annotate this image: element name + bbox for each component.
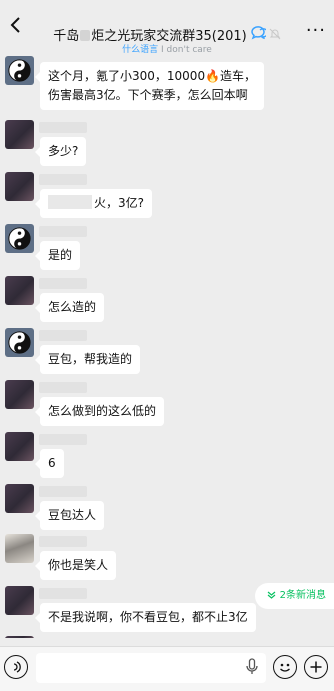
input-toolbar: [0, 646, 334, 691]
redacted-text: [48, 195, 92, 209]
message-bubble[interactable]: 多少?: [34, 137, 87, 166]
avatar[interactable]: [5, 432, 34, 461]
emoji-icon[interactable]: [273, 655, 297, 679]
message-bubble[interactable]: 6: [35, 449, 64, 478]
sender-name-redacted: [39, 330, 87, 341]
avatar[interactable]: [5, 534, 34, 563]
chat-bubble-icon: [250, 25, 269, 44]
sender-name-redacted: [39, 174, 87, 185]
plus-icon[interactable]: [304, 655, 328, 679]
avatar[interactable]: [5, 328, 34, 357]
sender-name-redacted: [39, 536, 87, 547]
sender-name-redacted: [39, 434, 87, 445]
new-messages-pill[interactable]: 2条新消息: [255, 583, 334, 609]
avatar[interactable]: [5, 380, 34, 409]
avatar[interactable]: [5, 56, 34, 85]
sender-name-redacted: [39, 486, 87, 497]
chevron-left-icon[interactable]: [6, 16, 24, 36]
message-bubble[interactable]: 这个月，氪了小300，10000🔥造车， 伤害最高3亿。下个赛季，怎么回本啊: [34, 62, 265, 110]
yin-yang-icon: [8, 59, 31, 82]
avatar[interactable]: [5, 224, 34, 253]
sender-name-redacted: [39, 382, 87, 393]
message-bubble[interactable]: 怎么做到的这么低的: [34, 397, 165, 426]
chat-title[interactable]: 千岛 炬之光玩家交流群35(201): [40, 24, 294, 44]
message-input[interactable]: [36, 653, 266, 683]
chat-header: 千岛 炬之光玩家交流群35(201) ··· 什么语言 I don't care: [0, 0, 334, 56]
message-bubble[interactable]: 豆包达人: [34, 501, 105, 530]
message-bubble[interactable]: 豆包，帮我造的: [34, 345, 141, 374]
message-bubble[interactable]: 是的: [34, 241, 81, 270]
more-options-button[interactable]: ···: [306, 20, 326, 41]
avatar[interactable]: [5, 276, 34, 305]
avatar[interactable]: [5, 120, 34, 149]
sender-name-redacted: [39, 588, 87, 599]
avatar[interactable]: [5, 484, 34, 513]
message-bubble[interactable]: 火，3亿?: [34, 189, 153, 218]
message-bubble[interactable]: 不是我说啊，你不看豆包，都不止3亿: [35, 603, 256, 632]
message-bubble[interactable]: 你也是笑人: [34, 551, 117, 580]
mic-icon[interactable]: [246, 658, 258, 680]
chevron-down-icon: [267, 590, 279, 601]
message-list[interactable]: 这个月，氪了小300，10000🔥造车， 伤害最高3亿。下个赛季，怎么回本啊 多…: [0, 56, 334, 638]
sender-name-redacted: [39, 226, 87, 237]
yin-yang-icon: [8, 227, 31, 250]
avatar[interactable]: [5, 172, 34, 201]
yin-yang-icon: [8, 331, 31, 354]
bell-off-icon: [269, 25, 281, 44]
redacted-char: [80, 29, 91, 41]
message-bubble[interactable]: 怎么造的: [34, 293, 105, 322]
sender-name-redacted: [39, 278, 87, 289]
sender-name-redacted: [39, 122, 87, 133]
group-subtitle: 什么语言 I don't care: [122, 45, 212, 55]
avatar: [5, 636, 34, 638]
voice-icon[interactable]: [4, 655, 28, 679]
avatar[interactable]: [5, 586, 34, 615]
fire-emoji: 🔥: [205, 69, 221, 83]
